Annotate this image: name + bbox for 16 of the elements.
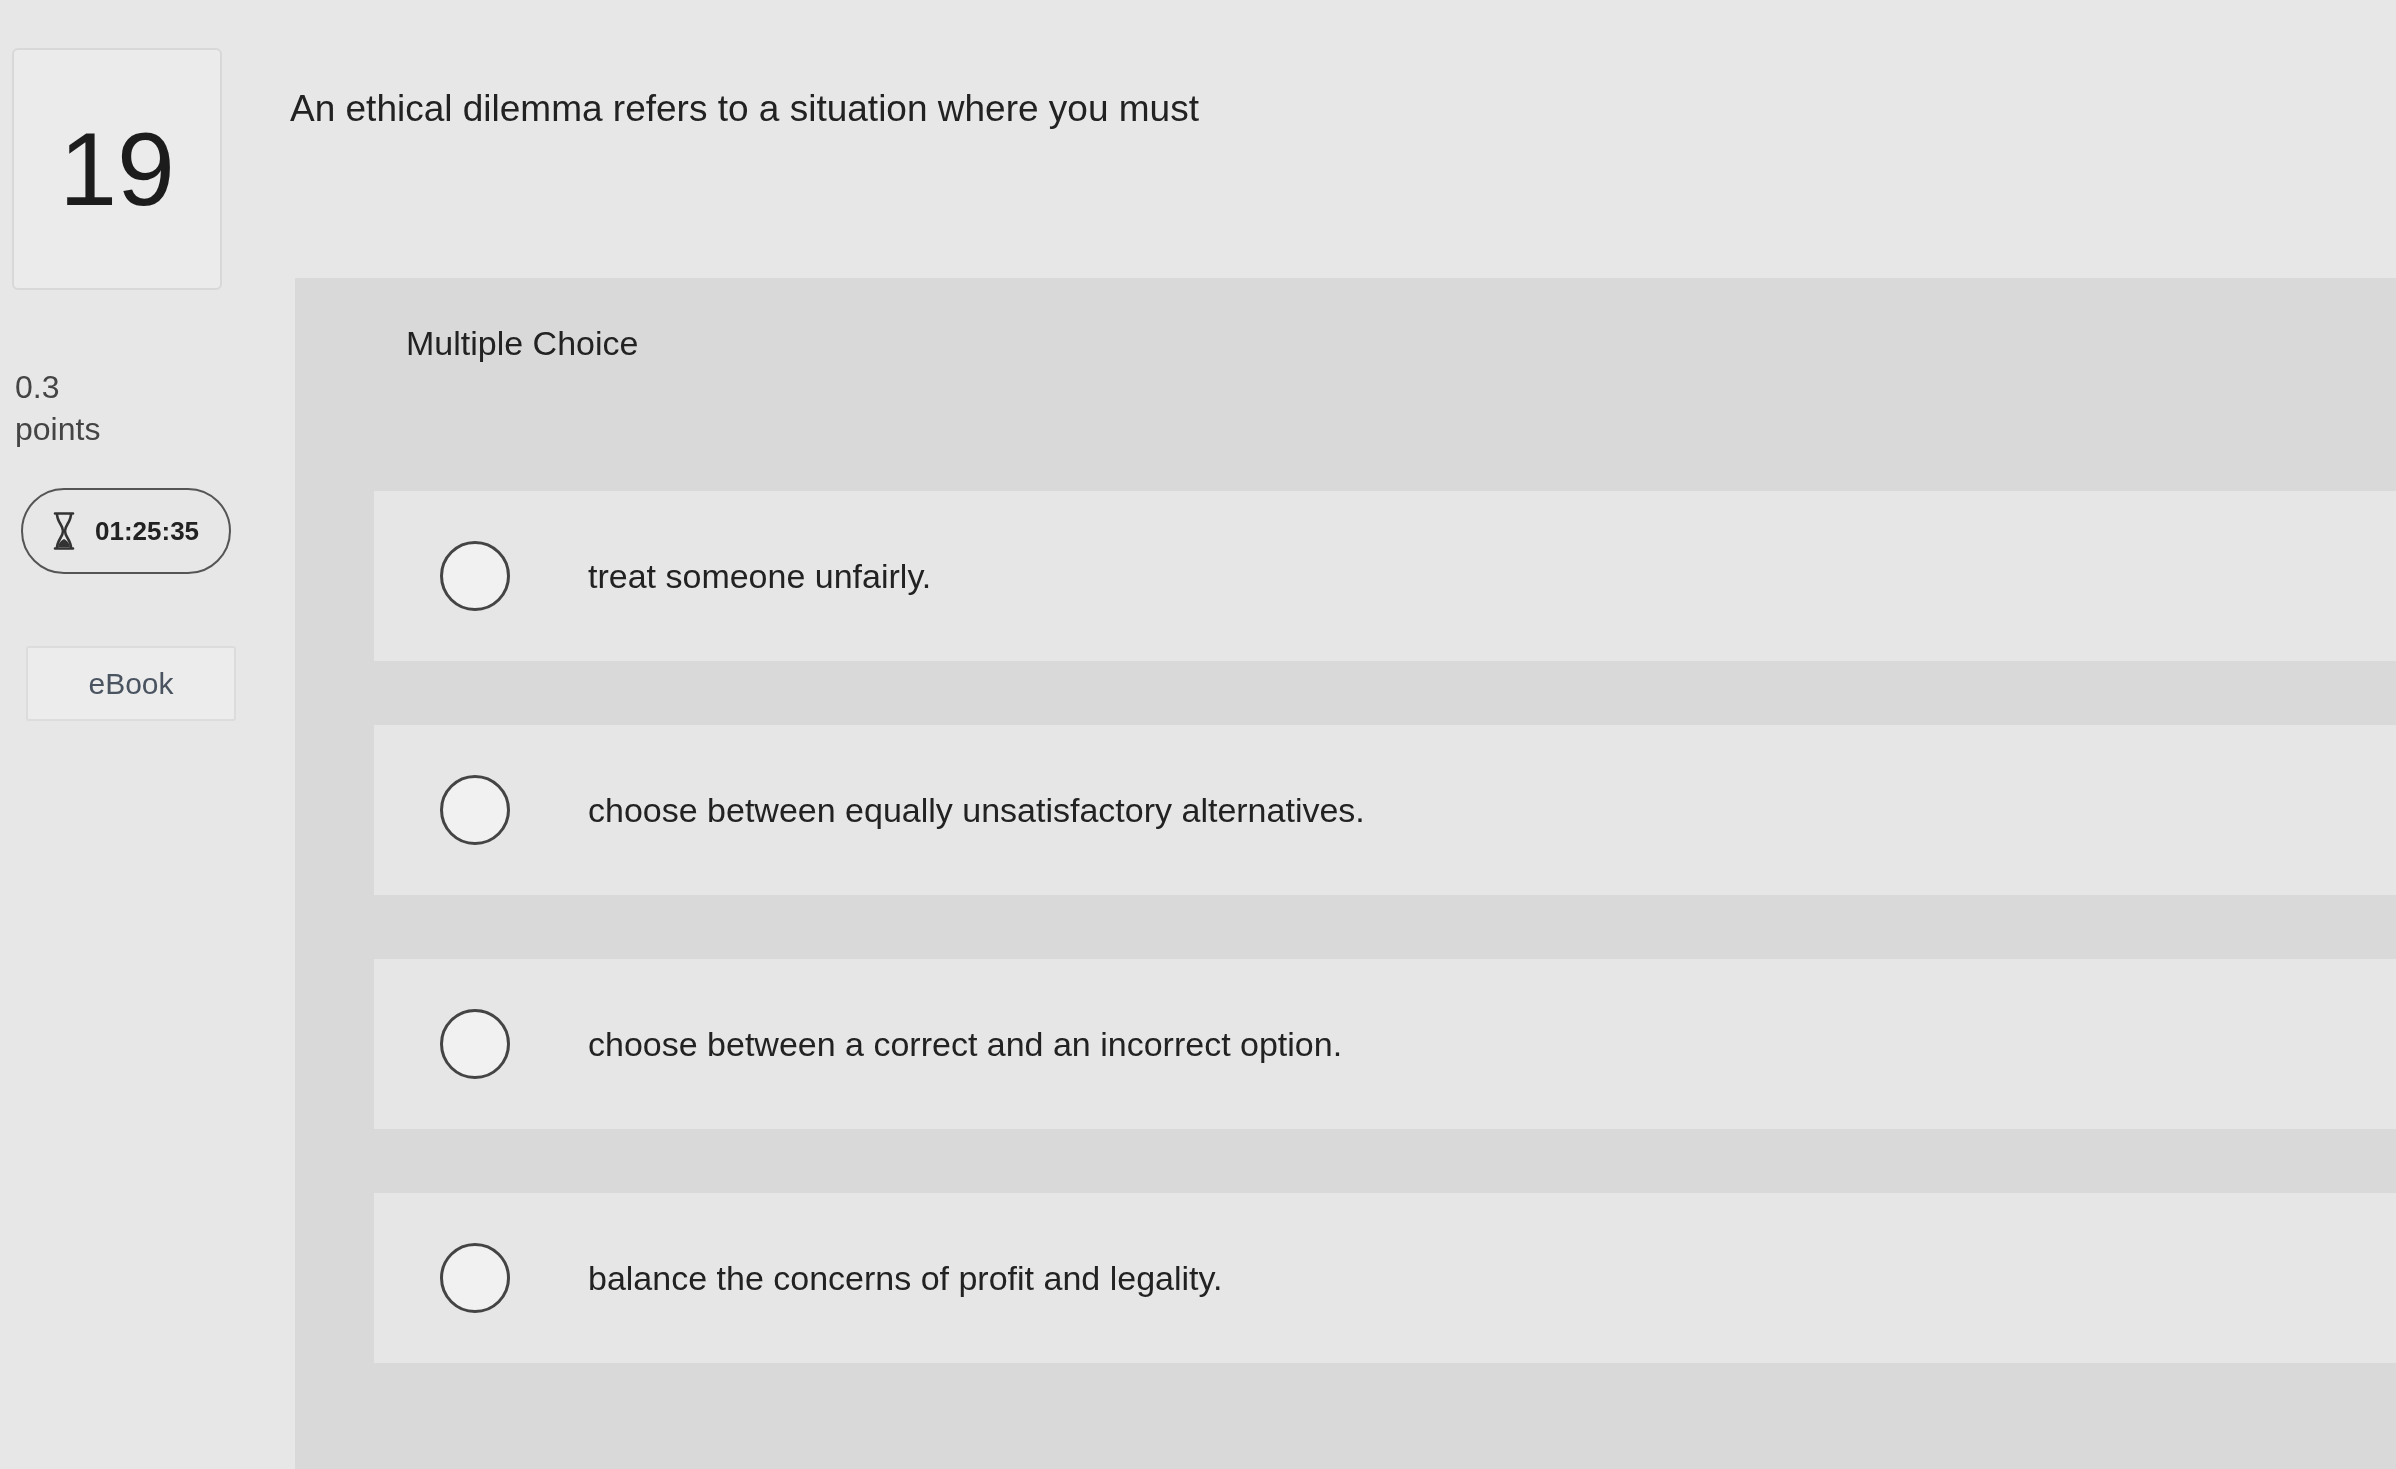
hourglass-icon (53, 512, 75, 550)
answer-option[interactable]: treat someone unfairly. (374, 491, 2396, 661)
points-value: 0.3 (15, 368, 61, 407)
answer-option[interactable]: balance the concerns of profit and legality. (374, 1193, 2396, 1363)
option-label: balance the concerns of profit and legality. (588, 1258, 1223, 1298)
option-label: choose between a correct and an incorrect option. (588, 1024, 1343, 1064)
timer-text: 01:25:35 (95, 515, 200, 547)
answer-option[interactable]: choose between equally unsatisfactory alternatives. (374, 725, 2396, 895)
question-number: 19 (12, 48, 222, 290)
option-label: choose between equally unsatisfactory alternatives. (588, 790, 1365, 830)
question-type-label: Multiple Choice (406, 324, 639, 363)
points-label: points (15, 410, 101, 449)
answer-option[interactable]: choose between a correct and an incorrect option. (374, 959, 2396, 1129)
ebook-button[interactable]: eBook (26, 646, 236, 721)
option-label: treat someone unfairly. (588, 556, 932, 596)
question-text: An ethical dilemma refers to a situation where you must (290, 88, 1200, 131)
